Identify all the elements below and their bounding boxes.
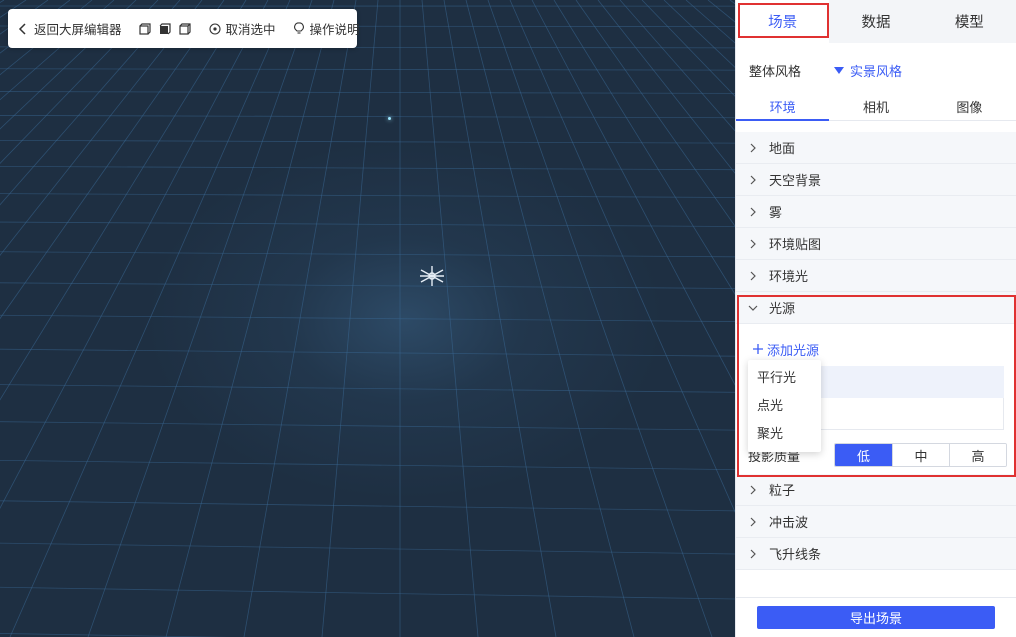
export-scene-button[interactable]: 导出场景 [757, 606, 995, 629]
accordion-ground[interactable]: 地面 [736, 132, 1016, 164]
subtab-camera[interactable]: 相机 [829, 97, 922, 125]
caret-down-icon [834, 66, 844, 74]
accordion-label: 雾 [769, 205, 783, 220]
cube-wire-icon[interactable] [178, 22, 192, 36]
cube-solid-icon[interactable] [158, 22, 172, 36]
light-point-marker[interactable] [388, 117, 391, 120]
chevron-right-icon [746, 269, 760, 283]
main-tabs: 场景 数据 模型 [736, 0, 1016, 43]
accordion-light-source[interactable]: 光源 [736, 292, 1016, 324]
deselect-button[interactable]: 取消选中 [208, 19, 276, 38]
chevron-right-icon [746, 547, 760, 561]
view-mode-group [138, 22, 192, 36]
accordion-label: 环境光 [769, 269, 809, 284]
overall-style-row: 整体风格 实景风格 [736, 43, 1016, 97]
environment-accordion: 地面 天空背景 雾 环境贴图 环境光 光源 添加光源 投影质量 低 中 高 平行… [736, 132, 1016, 570]
ground-grid [0, 0, 735, 637]
accordion-label: 地面 [769, 141, 796, 156]
option-directional-light[interactable]: 平行光 [748, 364, 821, 392]
lightbulb-icon [292, 22, 306, 36]
style-value: 实景风格 [850, 63, 903, 79]
chevron-right-icon [746, 515, 760, 529]
back-label: 返回大屏编辑器 [34, 23, 122, 37]
accordion-label: 光源 [769, 301, 796, 316]
accordion-sky[interactable]: 天空背景 [736, 164, 1016, 196]
deselect-target-icon [208, 22, 222, 36]
3d-viewport[interactable] [0, 0, 735, 637]
light-source-body: 添加光源 投影质量 低 中 高 平行光 点光 聚光 [736, 324, 1016, 474]
editor-toolbar: 返回大屏编辑器 取消选中 操作说明 [8, 9, 360, 48]
chevron-right-icon [746, 237, 760, 251]
add-light-button[interactable]: 添加光源 [753, 340, 819, 359]
option-spot-light[interactable]: 聚光 [748, 420, 821, 448]
shadow-low-button[interactable]: 低 [835, 444, 892, 466]
accordion-particles[interactable]: 粒子 [736, 474, 1016, 506]
help-button[interactable]: 操作说明 [292, 19, 360, 38]
panel-footer: 导出场景 [736, 597, 1016, 637]
style-select[interactable]: 实景风格 [834, 61, 902, 80]
add-light-label: 添加光源 [767, 343, 820, 358]
accordion-env-map[interactable]: 环境贴图 [736, 228, 1016, 260]
accordion-label: 环境贴图 [769, 237, 822, 252]
tab-model[interactable]: 模型 [923, 0, 1016, 43]
accordion-label: 粒子 [769, 483, 796, 498]
shadow-medium-button[interactable]: 中 [892, 444, 949, 466]
subtab-image[interactable]: 图像 [923, 97, 1016, 125]
sub-tabs: 环境 相机 图像 [736, 97, 1016, 125]
accordion-shockwave[interactable]: 冲击波 [736, 506, 1016, 538]
plus-icon [753, 342, 763, 357]
tab-scene[interactable]: 场景 [736, 0, 830, 43]
accordion-label: 天空背景 [769, 173, 822, 188]
accordion-label: 飞升线条 [769, 547, 822, 562]
option-point-light[interactable]: 点光 [748, 392, 821, 420]
chevron-right-icon [746, 141, 760, 155]
light-gizmo-icon[interactable] [418, 264, 446, 288]
accordion-label: 冲击波 [769, 515, 809, 530]
chevron-down-icon [746, 301, 760, 315]
style-label: 整体风格 [749, 63, 802, 79]
chevron-right-icon [746, 483, 760, 497]
scene-config-panel: 场景 数据 模型 整体风格 实景风格 环境 相机 图像 地面 天空背景 雾 环境… [735, 0, 1016, 637]
shadow-high-button[interactable]: 高 [949, 444, 1006, 466]
help-label: 操作说明 [309, 23, 360, 37]
accordion-rising-lines[interactable]: 飞升线条 [736, 538, 1016, 570]
add-light-dropdown: 平行光 点光 聚光 [748, 360, 821, 452]
accordion-fog[interactable]: 雾 [736, 196, 1016, 228]
chevron-right-icon [746, 173, 760, 187]
tab-data[interactable]: 数据 [829, 0, 922, 43]
cube-outline-icon[interactable] [138, 22, 152, 36]
chevron-right-icon [746, 205, 760, 219]
deselect-label: 取消选中 [225, 23, 276, 37]
back-to-editor-button[interactable]: 返回大屏编辑器 [16, 19, 122, 38]
subtab-environment[interactable]: 环境 [736, 97, 830, 125]
chevron-left-icon [16, 22, 30, 36]
light-source-section: 光源 添加光源 投影质量 低 中 高 平行光 点光 聚光 [736, 292, 1016, 474]
accordion-ambient-light[interactable]: 环境光 [736, 260, 1016, 292]
shadow-quality-segmented: 低 中 高 [834, 443, 1007, 467]
